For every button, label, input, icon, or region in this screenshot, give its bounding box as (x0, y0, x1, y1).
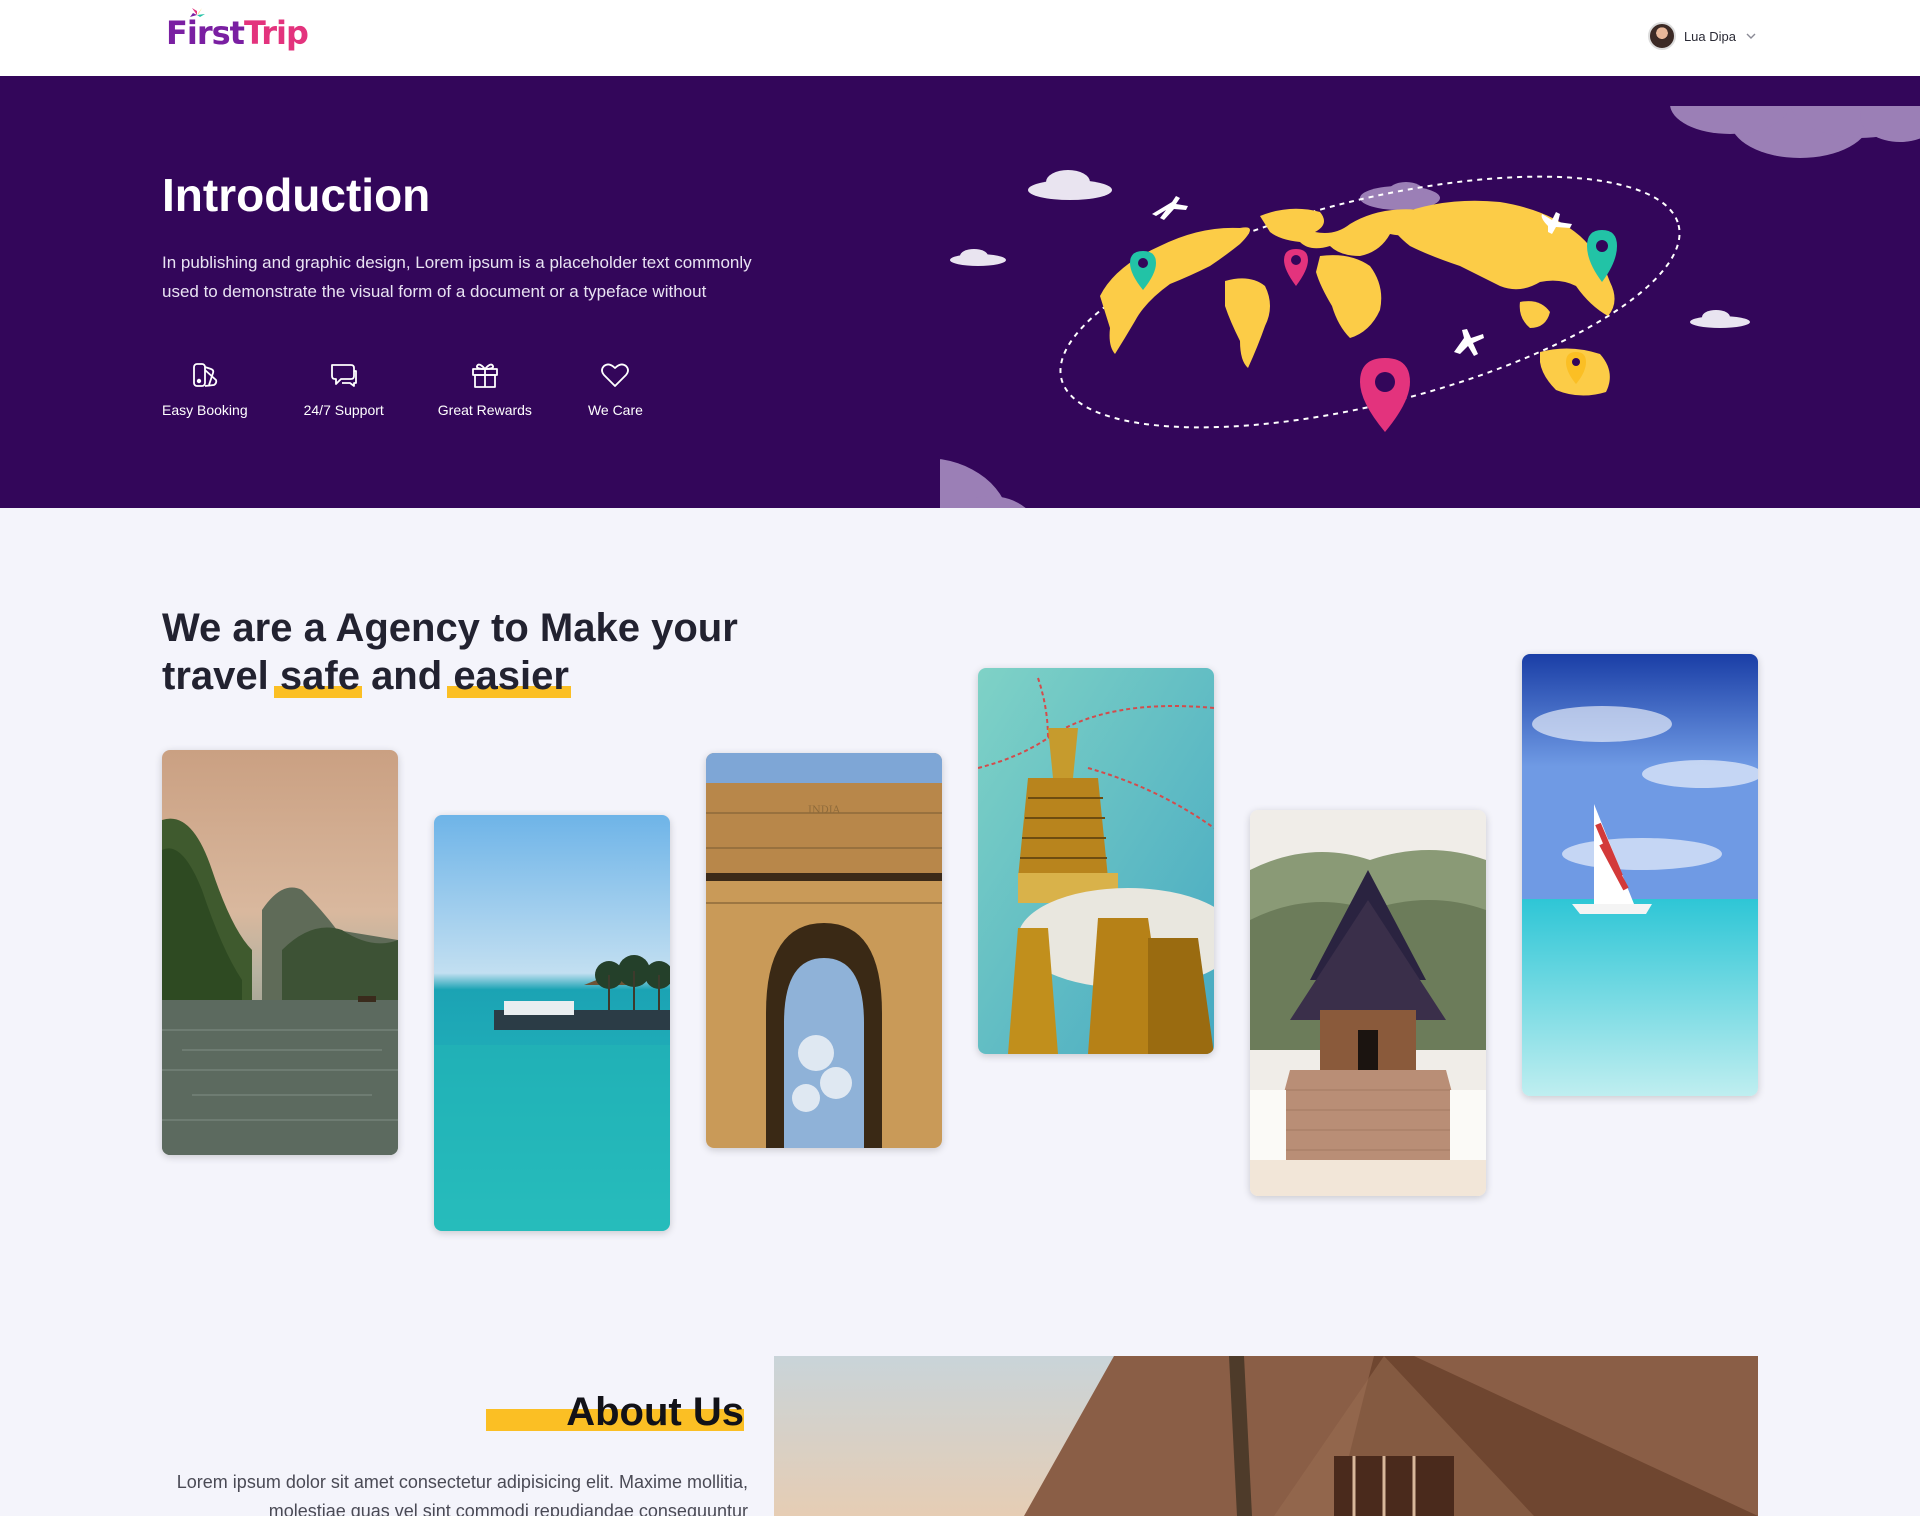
highlight-safe: safe (273, 654, 363, 698)
maldives-pier-photo[interactable] (434, 815, 670, 1231)
logo-trip-text: Trip (243, 14, 309, 52)
world-map-illustration (940, 106, 1920, 508)
india-gate-photo[interactable]: INDIA (706, 753, 942, 1148)
feature-label: We Care (587, 402, 643, 418)
top-header: FirstTrip Lua Dipa (0, 0, 1920, 76)
chevron-down-icon (1746, 33, 1756, 39)
heart-icon (601, 363, 630, 387)
feature-label: 24/7 Support (303, 402, 384, 418)
resort-roof-photo[interactable] (774, 1356, 1758, 1516)
thai-temple-photo[interactable] (1250, 810, 1486, 1196)
agency-heading-travel: travel (162, 654, 269, 698)
feature-rewards: Great Rewards (438, 358, 532, 418)
highlight-easier: easier (447, 654, 571, 698)
map-pin-icon (1284, 249, 1308, 286)
map-pin-icon (1360, 358, 1410, 432)
feature-easy-booking: Easy Booking (162, 358, 248, 418)
feature-we-care: We Care (588, 358, 643, 418)
feature-label: Great Rewards (437, 402, 532, 418)
airplane-icon (1152, 196, 1188, 220)
hero-description: In publishing and graphic design, Lorem … (162, 253, 752, 301)
user-name: Lua Dipa (1683, 28, 1736, 44)
chat-icon (330, 364, 357, 387)
agency-heading-line1: We are a Agency to Make your (162, 606, 738, 650)
hero-banner: Introduction In publishing and graphic d… (0, 76, 1920, 508)
airplane-icon (1454, 329, 1484, 356)
gift-icon (471, 363, 498, 388)
about-us-text: Lorem ipsum dolor sit amet consectetur a… (176, 1472, 748, 1516)
svg-text:INDIA: INDIA (808, 805, 841, 816)
booking-icon (192, 363, 217, 387)
feature-label: Easy Booking (162, 402, 248, 418)
about-us-heading: About Us (486, 1390, 744, 1435)
river-valley-photo[interactable] (162, 750, 398, 1155)
sailboat-photo[interactable] (1522, 654, 1758, 1096)
feature-list: Easy Booking 24/7 Support Great Rewards … (162, 358, 699, 418)
agency-heading: We are a Agency to Make your travel safe… (162, 604, 862, 700)
firsttrip-logo[interactable]: FirstTrip (166, 8, 309, 52)
hero-title: Introduction (162, 169, 431, 221)
logo-mark-icon (190, 8, 205, 17)
stupa-photo[interactable] (978, 668, 1214, 1054)
avatar (1647, 22, 1676, 50)
feature-support: 24/7 Support (304, 358, 384, 418)
user-menu[interactable]: Lua Dipa (1647, 22, 1758, 50)
agency-heading-and: and (371, 654, 443, 698)
